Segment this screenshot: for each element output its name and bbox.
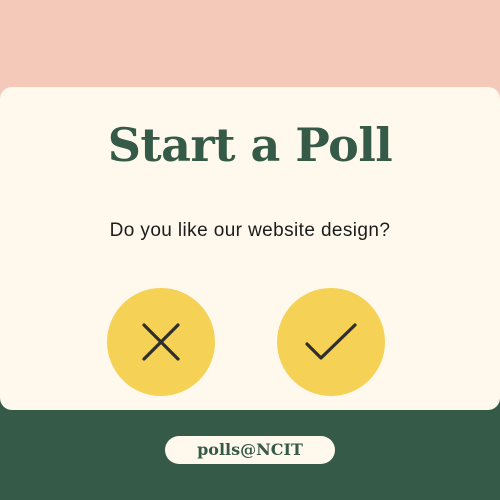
close-icon [139, 320, 183, 364]
poll-title: Start a Poll [107, 118, 393, 172]
poll-question: Do you like our website design? [109, 220, 391, 241]
vote-yes-button[interactable] [277, 288, 385, 396]
contact-handle: polls@NCIT [165, 436, 335, 464]
check-icon [303, 320, 359, 364]
vote-no-button[interactable] [107, 288, 215, 396]
